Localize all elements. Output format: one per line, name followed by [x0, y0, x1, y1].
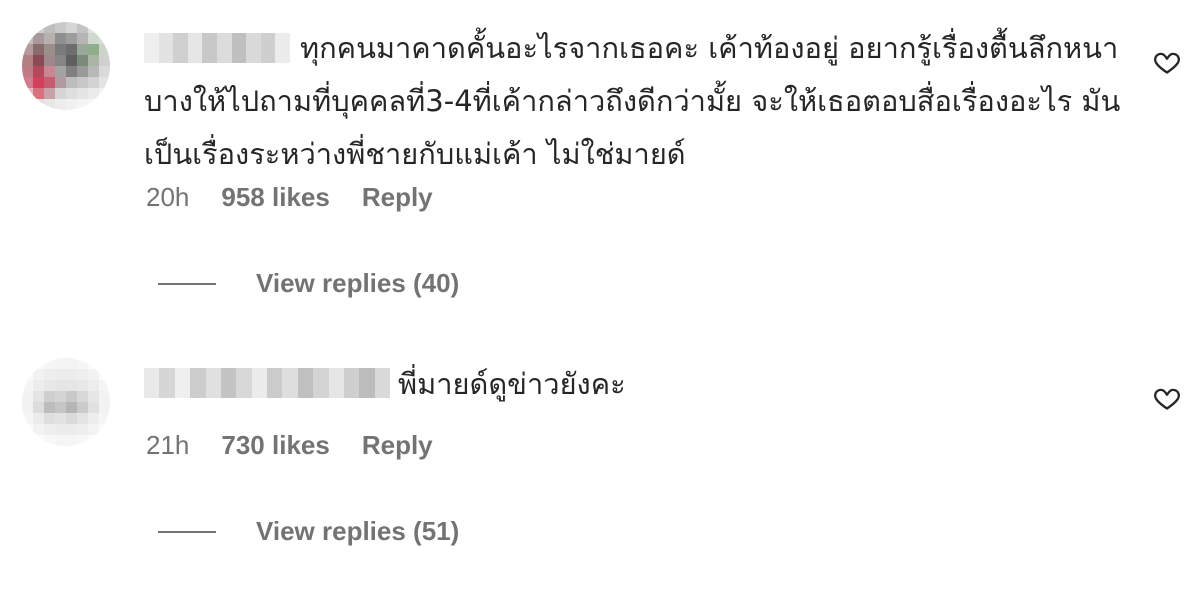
- comment-item: ทุกคนมาคาดคั้นอะไรจากเธอคะ เค้าท้องอยู่ …: [0, 0, 1200, 320]
- like-count[interactable]: 730 likes: [221, 430, 329, 461]
- comment-timestamp: 21h: [146, 430, 190, 460]
- comment-item: พี่มายด์ดูข่าวยังคะ 21h 730 likes Reply …: [0, 340, 1200, 595]
- comment-meta: 21h 730 likes Reply: [146, 430, 433, 461]
- divider-line: [158, 530, 216, 533]
- comment-timestamp: 20h: [146, 182, 190, 212]
- comment-text: พี่มายด์ดูข่าวยังคะ: [398, 367, 626, 401]
- comment-meta: 20h 958 likes Reply: [146, 182, 433, 213]
- username-blurred[interactable]: [144, 368, 390, 398]
- like-count[interactable]: 958 likes: [221, 182, 329, 213]
- reply-button[interactable]: Reply: [362, 182, 433, 213]
- view-replies-label: View replies (40): [256, 268, 460, 298]
- heart-icon[interactable]: [1153, 384, 1181, 412]
- avatar[interactable]: [22, 358, 110, 446]
- avatar-image-blurred: [22, 22, 110, 110]
- avatar-image-blurred: [22, 358, 110, 446]
- view-replies-button[interactable]: View replies (51): [158, 516, 459, 547]
- view-replies-button[interactable]: View replies (40): [158, 268, 459, 299]
- view-replies-label: View replies (51): [256, 516, 460, 546]
- avatar[interactable]: [22, 22, 110, 110]
- reply-button[interactable]: Reply: [362, 430, 433, 461]
- heart-icon[interactable]: [1153, 48, 1181, 76]
- comment-text: ทุกคนมาคาดคั้นอะไรจากเธอคะ เค้าท้องอยู่ …: [144, 31, 1121, 171]
- divider-line: [158, 282, 216, 285]
